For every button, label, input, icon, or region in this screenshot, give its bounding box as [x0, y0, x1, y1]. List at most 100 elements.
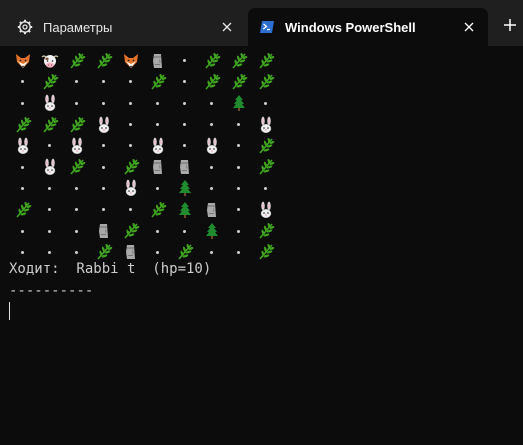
empty-dot	[48, 208, 51, 212]
close-icon[interactable]	[460, 18, 478, 36]
empty-dot	[21, 250, 24, 254]
herb-icon	[149, 201, 167, 219]
empty-dot	[102, 144, 105, 148]
separator-line: ----------	[9, 283, 94, 299]
board-cell	[144, 199, 171, 220]
board-cell	[225, 71, 252, 92]
close-icon[interactable]	[218, 18, 236, 36]
herb-icon	[95, 52, 113, 70]
board-cell	[144, 50, 171, 71]
herb-icon	[176, 243, 194, 261]
board-cell	[117, 156, 144, 177]
empty-dot	[129, 144, 132, 148]
board-cell	[252, 242, 279, 263]
board-cell	[198, 156, 225, 177]
status-line: Ходит: Rabbi t (hp=10)	[9, 261, 212, 277]
board-cell	[36, 114, 63, 135]
empty-dot	[183, 123, 186, 127]
rabbit-icon	[41, 158, 59, 176]
empty-dot	[210, 186, 213, 190]
board-cell	[36, 135, 63, 156]
board-cell	[225, 199, 252, 220]
plus-icon	[503, 17, 517, 36]
board-cell	[198, 178, 225, 199]
board-cell	[171, 114, 198, 135]
empty-dot	[237, 165, 240, 169]
board-cell	[90, 178, 117, 199]
board-cell	[36, 199, 63, 220]
empty-dot	[129, 208, 132, 212]
empty-dot	[237, 229, 240, 233]
board-cell	[252, 220, 279, 241]
board-cell	[63, 220, 90, 241]
board-cell	[63, 135, 90, 156]
herb-icon	[203, 73, 221, 91]
tree-icon	[203, 222, 221, 240]
empty-dot	[75, 186, 78, 190]
empty-dot	[129, 123, 132, 127]
rabbit-icon	[149, 137, 167, 155]
new-tab-button[interactable]	[498, 14, 522, 38]
board-cell	[36, 71, 63, 92]
herb-icon	[95, 243, 113, 261]
empty-dot	[183, 80, 186, 84]
terminal-area[interactable]: Ходит: Rabbi t (hp=10) ----------	[0, 46, 523, 445]
herb-icon	[257, 52, 275, 70]
board-cell	[9, 135, 36, 156]
board-cell	[198, 199, 225, 220]
board-cell	[90, 50, 117, 71]
board-cell	[144, 135, 171, 156]
herb-icon	[257, 158, 275, 176]
board-cell	[171, 71, 198, 92]
empty-dot	[48, 250, 51, 254]
empty-dot	[21, 229, 24, 233]
herb-icon	[68, 52, 86, 70]
tab-powershell[interactable]: Windows PowerShell	[248, 8, 488, 46]
board-cell	[252, 93, 279, 114]
rabbit-icon	[257, 201, 275, 219]
board-cell	[9, 220, 36, 241]
empty-dot	[210, 101, 213, 105]
rabbit-icon	[14, 137, 32, 155]
board-cell	[63, 50, 90, 71]
board-cell	[171, 93, 198, 114]
empty-dot	[156, 229, 159, 233]
board-cell	[36, 93, 63, 114]
rabbit-icon	[203, 137, 221, 155]
empty-dot	[75, 229, 78, 233]
herb-icon	[257, 243, 275, 261]
empty-dot	[237, 144, 240, 148]
empty-dot	[237, 186, 240, 190]
board-cell	[117, 178, 144, 199]
board-cell	[225, 242, 252, 263]
tab-powershell-label: Windows PowerShell	[285, 19, 416, 35]
gear-icon	[16, 18, 34, 36]
board-cell	[9, 71, 36, 92]
board-cell	[198, 135, 225, 156]
board-cell	[117, 93, 144, 114]
board-cell	[9, 178, 36, 199]
empty-dot	[75, 250, 78, 254]
board-cell	[63, 93, 90, 114]
fox-icon	[14, 52, 32, 70]
empty-dot	[183, 59, 186, 63]
board-cell	[171, 199, 198, 220]
moai-icon	[203, 201, 221, 219]
tab-settings[interactable]: Параметры	[0, 8, 246, 46]
board-cell	[117, 199, 144, 220]
moai-icon	[176, 158, 194, 176]
board-cell	[117, 114, 144, 135]
board-cell	[225, 220, 252, 241]
board-cell	[252, 156, 279, 177]
herb-icon	[122, 222, 140, 240]
board-cell	[90, 199, 117, 220]
herb-icon	[230, 52, 248, 70]
empty-dot	[156, 123, 159, 127]
empty-dot	[183, 144, 186, 148]
rabbit-icon	[257, 116, 275, 134]
board-cell	[198, 71, 225, 92]
empty-dot	[264, 186, 267, 190]
board-cell	[63, 199, 90, 220]
tree-icon	[230, 94, 248, 112]
herb-icon	[230, 73, 248, 91]
